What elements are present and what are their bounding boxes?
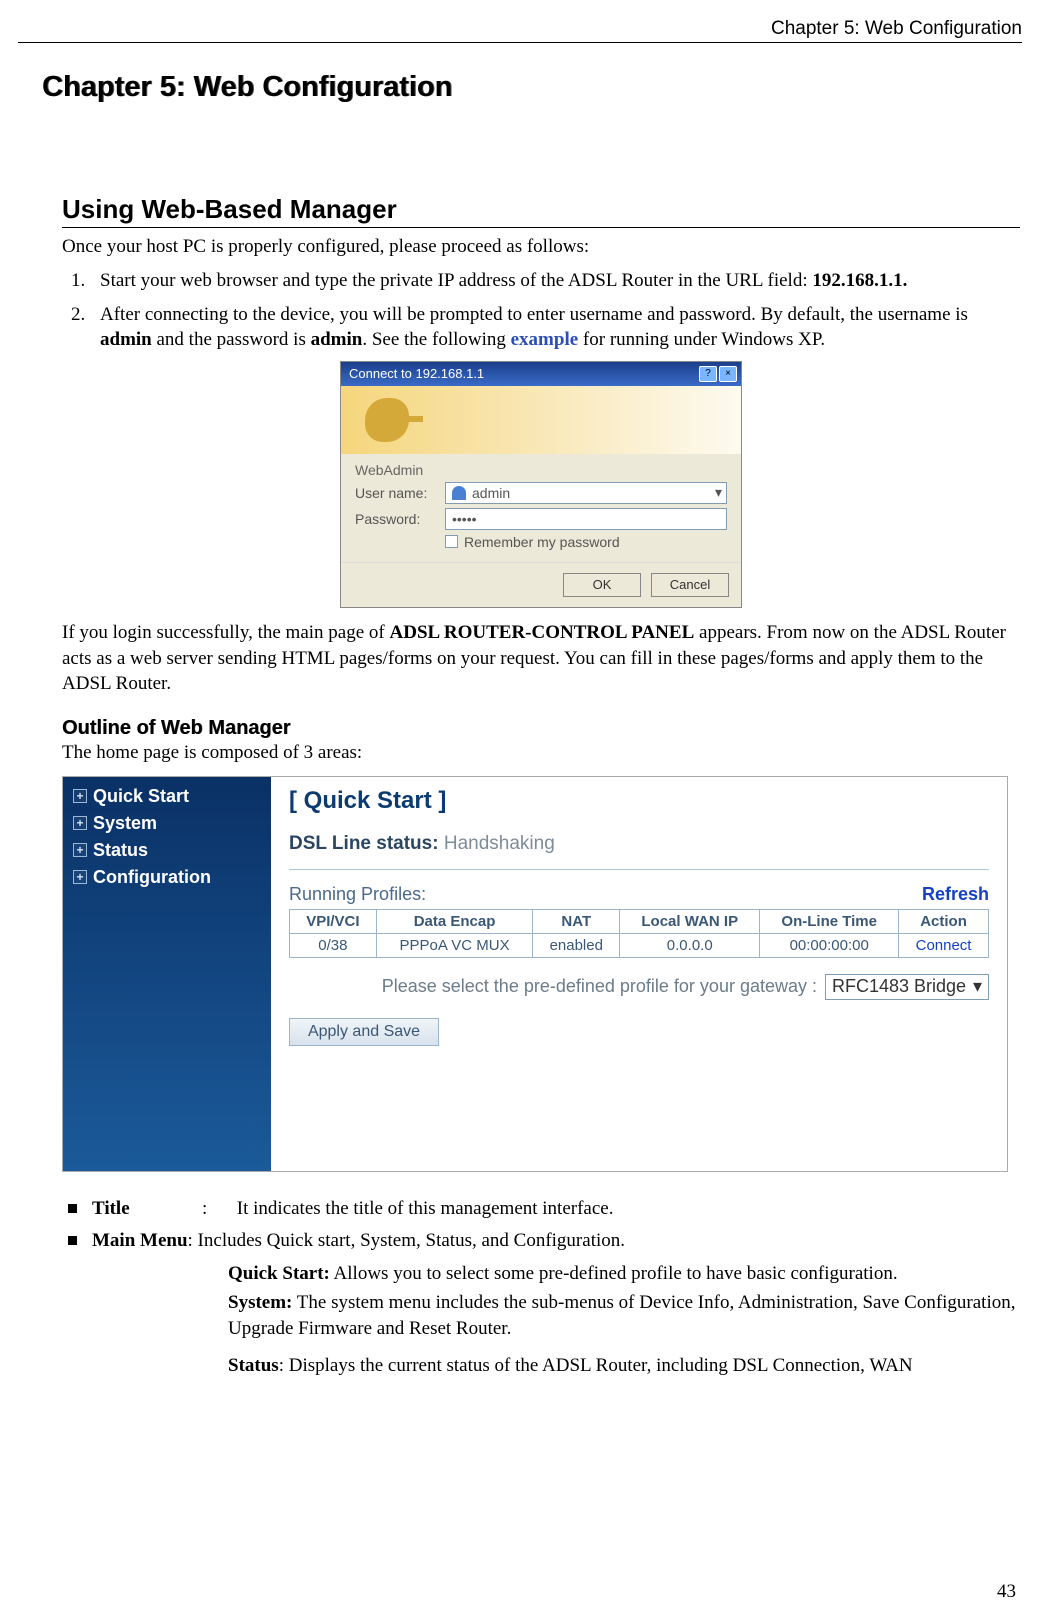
outline-intro: The home page is composed of 3 areas: [62, 742, 1020, 764]
profile-select-value: RFC1483 Bridge [832, 976, 966, 997]
th-action: Action [899, 909, 989, 933]
login-dialog: Connect to 192.168.1.1 ? × WebAdmin User… [340, 361, 742, 608]
main-menu-label: Main Menu [92, 1228, 188, 1255]
page-number: 43 [997, 1581, 1016, 1603]
dsl-label: DSL Line status: [289, 833, 444, 854]
sidebar-label-3: Configuration [93, 867, 211, 888]
sidebar-item-quick-start[interactable]: + Quick Start [63, 783, 271, 810]
dsl-value: Handshaking [444, 833, 555, 854]
post-login-paragraph: If you login successfully, the main page… [62, 620, 1020, 697]
profile-select[interactable]: RFC1483 Bridge [825, 974, 989, 1000]
username-value: admin [472, 485, 510, 501]
expand-icon: + [73, 789, 87, 803]
login-realm: WebAdmin [355, 462, 727, 478]
post-login-b: ADSL ROUTER-CONTROL PANEL [390, 622, 695, 643]
step2-admin1: admin [100, 329, 152, 350]
td-online-time: 00:00:00:00 [760, 933, 899, 957]
system-label: System: [228, 1292, 292, 1313]
password-value: ••••• [452, 511, 477, 527]
th-local-wan-ip: Local WAN IP [620, 909, 760, 933]
sidebar-item-configuration[interactable]: + Configuration [63, 864, 271, 891]
connect-link[interactable]: Connect [916, 937, 972, 954]
th-data-encap: Data Encap [376, 909, 533, 933]
expand-icon: + [73, 870, 87, 884]
th-nat: NAT [533, 909, 620, 933]
title-text: It indicates the title of this managemen… [237, 1198, 614, 1219]
router-main-panel: [ Quick Start ] DSL Line status: Handsha… [271, 777, 1007, 1171]
step-2: After connecting to the device, you will… [90, 302, 1020, 353]
td-local-wan-ip: 0.0.0.0 [620, 933, 760, 957]
step2-text-a: After connecting to the device, you will… [100, 304, 968, 325]
username-label: User name: [355, 485, 445, 501]
step2-text-c: and the password is [152, 329, 311, 350]
th-online-time: On-Line Time [760, 909, 899, 933]
sidebar-item-system[interactable]: + System [63, 810, 271, 837]
profile-select-label: Please select the pre-defined profile fo… [382, 976, 817, 997]
step1-text: Start your web browser and type the priv… [100, 270, 812, 291]
expand-icon: + [73, 816, 87, 830]
status-text: : Displays the current status of the ADS… [279, 1355, 913, 1376]
td-vpivci: 0/38 [290, 933, 377, 957]
sidebar-item-status[interactable]: + Status [63, 837, 271, 864]
ok-button[interactable]: OK [563, 573, 641, 597]
keys-icon [365, 398, 409, 442]
sidebar-label-2: Status [93, 840, 148, 861]
step2-text-e: . See the following [362, 329, 510, 350]
section-title: Using Web-Based Manager [62, 194, 1020, 228]
running-profiles-label: Running Profiles: [289, 884, 426, 905]
section-intro: Once your host PC is properly configured… [62, 236, 1020, 258]
table-row: 0/38 PPPoA VC MUX enabled 0.0.0.0 00:00:… [290, 933, 989, 957]
step2-admin2: admin [311, 329, 363, 350]
expand-icon: + [73, 843, 87, 857]
status-label: Status [228, 1355, 279, 1376]
profiles-table: VPI/VCI Data Encap NAT Local WAN IP On-L… [289, 909, 989, 958]
main-menu-text: : Includes Quick start, System, Status, … [188, 1230, 625, 1251]
refresh-link[interactable]: Refresh [922, 884, 989, 905]
td-action: Connect [899, 933, 989, 957]
td-data-encap: PPPoA VC MUX [376, 933, 533, 957]
login-titlebar: Connect to 192.168.1.1 ? × [341, 362, 741, 386]
titlebar-help-button[interactable]: ? [699, 366, 717, 382]
username-input[interactable]: admin [445, 482, 727, 504]
quick-start-label: Quick Start: [228, 1263, 330, 1284]
table-header-row: VPI/VCI Data Encap NAT Local WAN IP On-L… [290, 909, 989, 933]
router-sidebar: + Quick Start + System + Status + Configurat… [63, 777, 271, 1171]
password-input[interactable]: ••••• [445, 508, 727, 530]
panel-title: [ Quick Start ] [289, 787, 989, 815]
desc-main-menu: Main Menu: Includes Quick start, System,… [62, 1228, 1020, 1379]
td-nat: enabled [533, 933, 620, 957]
running-header: Chapter 5: Web Configuration [18, 18, 1022, 43]
title-colon: : [202, 1198, 207, 1219]
outline-heading: Outline of Web Manager [62, 717, 1020, 740]
step-1: Start your web browser and type the priv… [90, 268, 1020, 294]
example-link[interactable]: example [511, 329, 579, 350]
apply-save-button[interactable]: Apply and Save [289, 1018, 439, 1046]
title-label: Title [92, 1198, 130, 1219]
login-banner [341, 386, 741, 454]
chapter-title: Chapter 5: Web Configuration [42, 71, 1022, 104]
step1-ip: 192.168.1.1. [812, 270, 907, 291]
quick-start-text: Allows you to select some pre-defined pr… [330, 1263, 898, 1284]
titlebar-close-button[interactable]: × [719, 366, 737, 382]
password-label: Password: [355, 511, 445, 527]
desc-title: Title: It indicates the title of this ma… [62, 1196, 1020, 1223]
sidebar-label-1: System [93, 813, 157, 834]
cancel-button[interactable]: Cancel [651, 573, 729, 597]
remember-checkbox[interactable] [445, 535, 458, 548]
user-icon [452, 486, 466, 500]
sidebar-label-0: Quick Start [93, 786, 189, 807]
system-text: The system menu includes the sub-menus o… [228, 1292, 1016, 1340]
post-login-a: If you login successfully, the main page… [62, 622, 390, 643]
step2-text-g: for running under Windows XP. [578, 329, 825, 350]
remember-label: Remember my password [464, 534, 620, 550]
login-title: Connect to 192.168.1.1 [349, 366, 484, 381]
router-ui-screenshot: + Quick Start + System + Status + Configurat… [62, 776, 1008, 1172]
th-vpivci: VPI/VCI [290, 909, 377, 933]
